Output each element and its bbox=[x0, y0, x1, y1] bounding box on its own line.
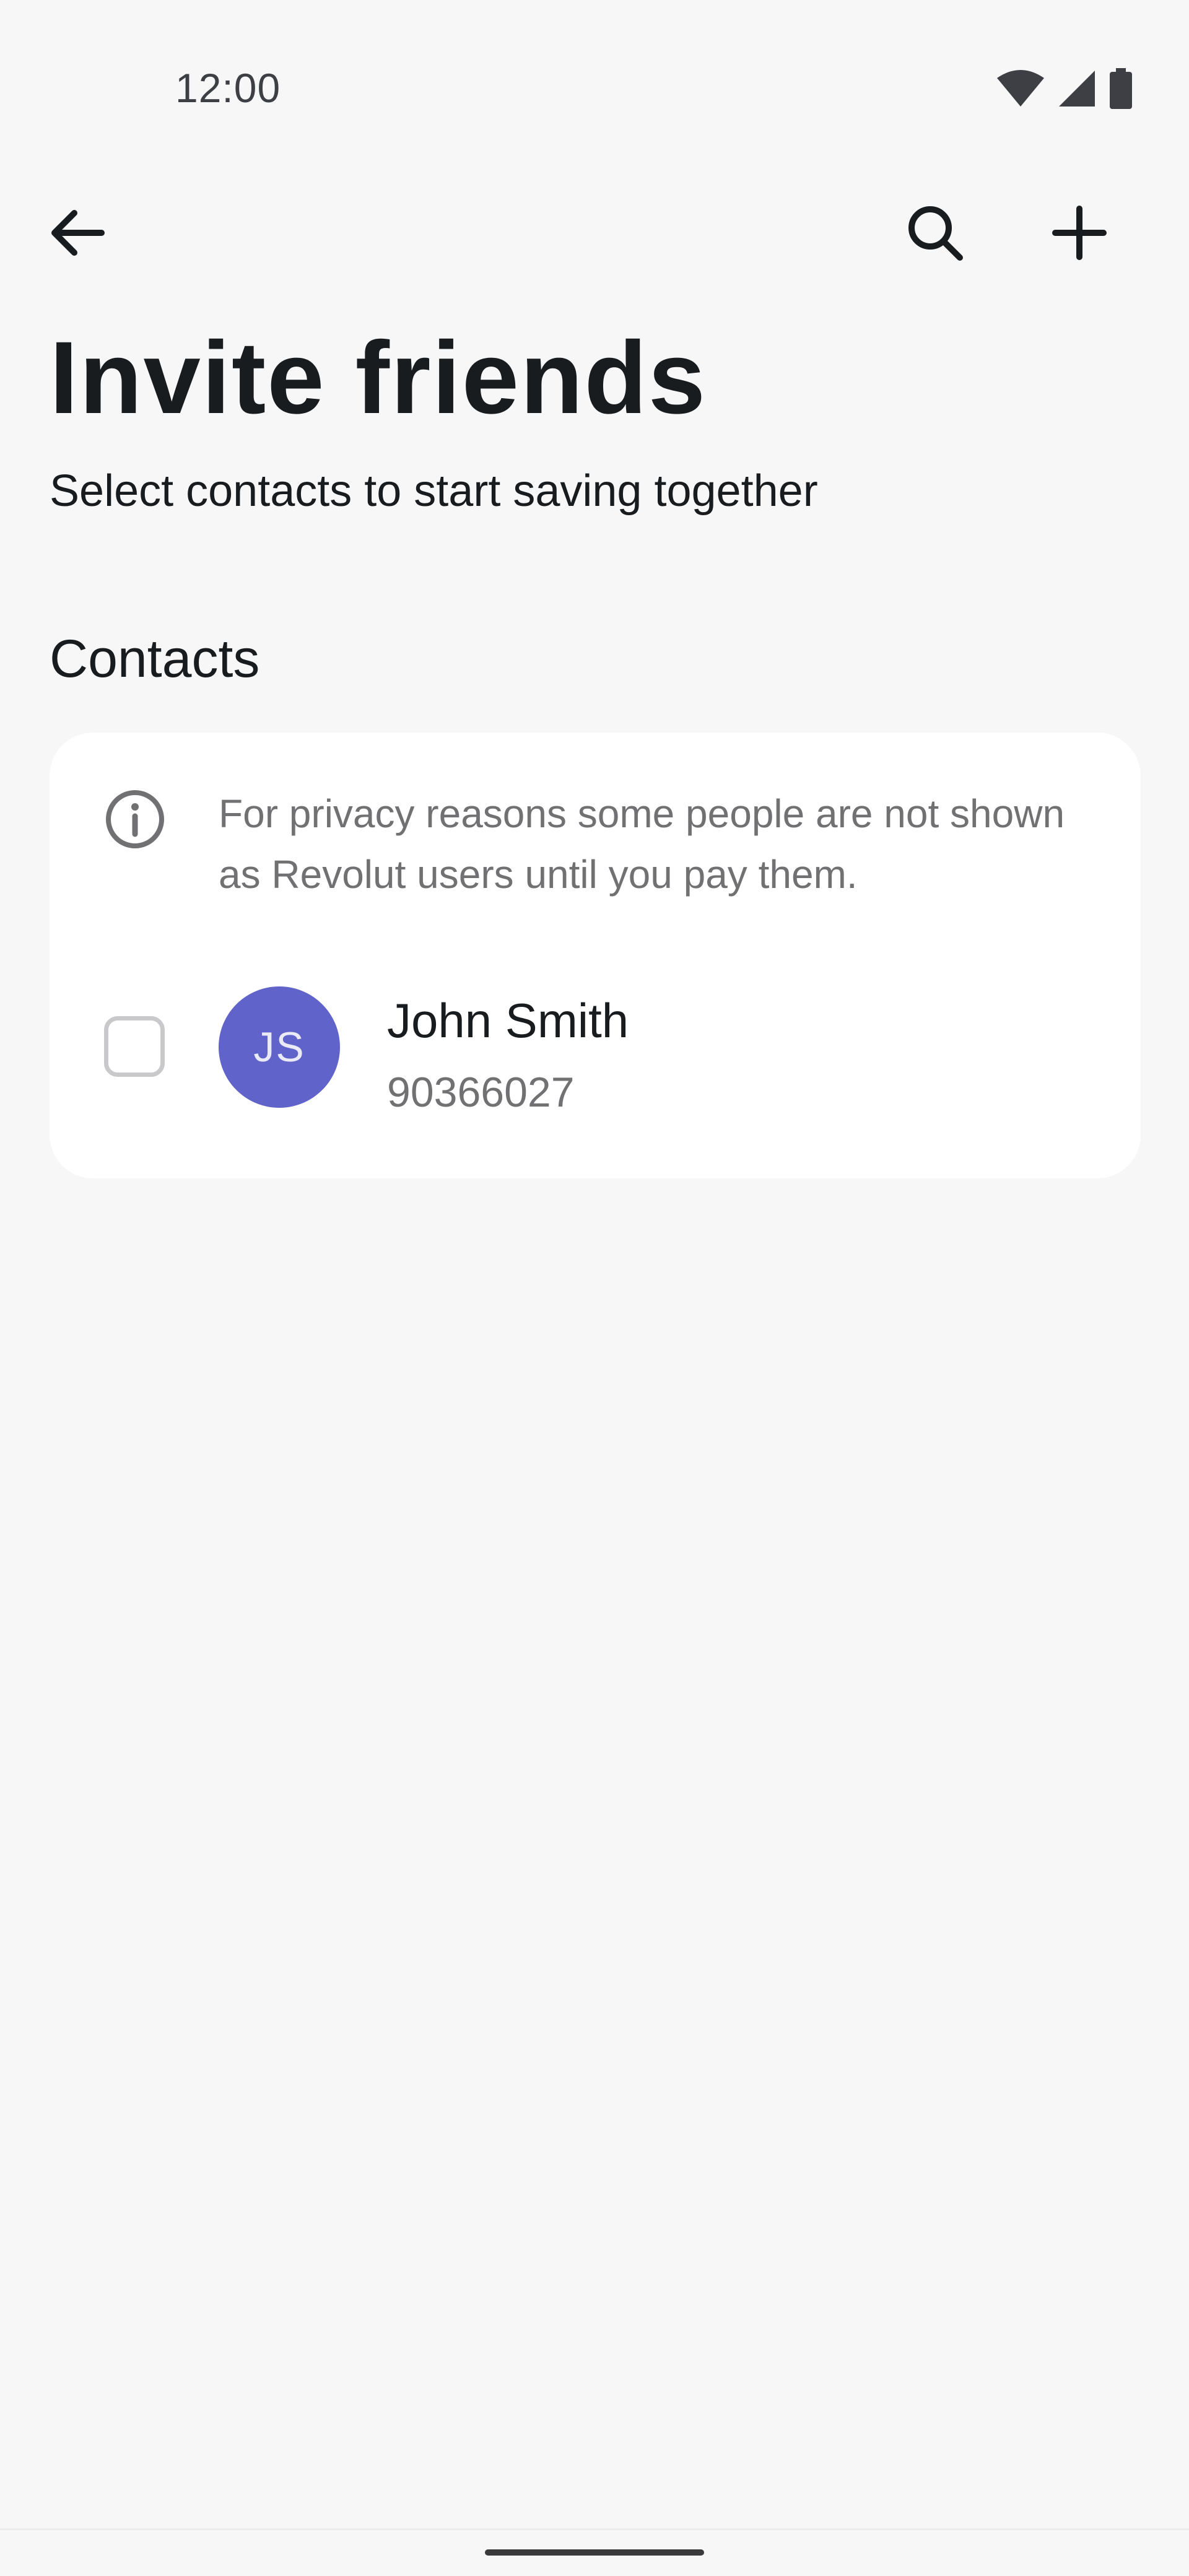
wifi-icon bbox=[996, 69, 1045, 108]
status-icons bbox=[996, 68, 1133, 109]
invite-friends-screen: 12:00 Invite friends Select contacts to … bbox=[0, 0, 1189, 2576]
privacy-info-text: For privacy reasons some people are not … bbox=[219, 791, 1065, 897]
contact-select-checkbox[interactable] bbox=[104, 1016, 165, 1077]
battery-icon bbox=[1108, 68, 1133, 109]
plus-icon bbox=[1052, 205, 1107, 264]
status-time: 12:00 bbox=[175, 65, 281, 111]
contact-phone: 90366027 bbox=[387, 1069, 575, 1116]
info-icon bbox=[104, 788, 166, 850]
page-subtitle: Select contacts to start saving together bbox=[50, 466, 818, 516]
contact-name: John Smith bbox=[387, 993, 629, 1048]
status-bar: 12:00 bbox=[0, 0, 1189, 186]
add-contact-button[interactable] bbox=[1036, 191, 1123, 277]
bottom-divider bbox=[0, 2528, 1189, 2530]
avatar-initials: JS bbox=[253, 1024, 305, 1071]
cellular-signal-icon bbox=[1058, 69, 1096, 108]
contact-list-item[interactable]: JS John Smith 90366027 bbox=[50, 980, 1141, 1147]
back-arrow-icon bbox=[47, 208, 107, 261]
back-button[interactable] bbox=[33, 191, 120, 277]
contacts-card: For privacy reasons some people are not … bbox=[50, 733, 1141, 1178]
search-icon bbox=[905, 203, 965, 266]
home-indicator[interactable] bbox=[485, 2549, 704, 2556]
contacts-heading: Contacts bbox=[50, 629, 260, 689]
page-title: Invite friends bbox=[50, 321, 707, 435]
avatar: JS bbox=[219, 986, 340, 1108]
search-button[interactable] bbox=[892, 191, 978, 277]
